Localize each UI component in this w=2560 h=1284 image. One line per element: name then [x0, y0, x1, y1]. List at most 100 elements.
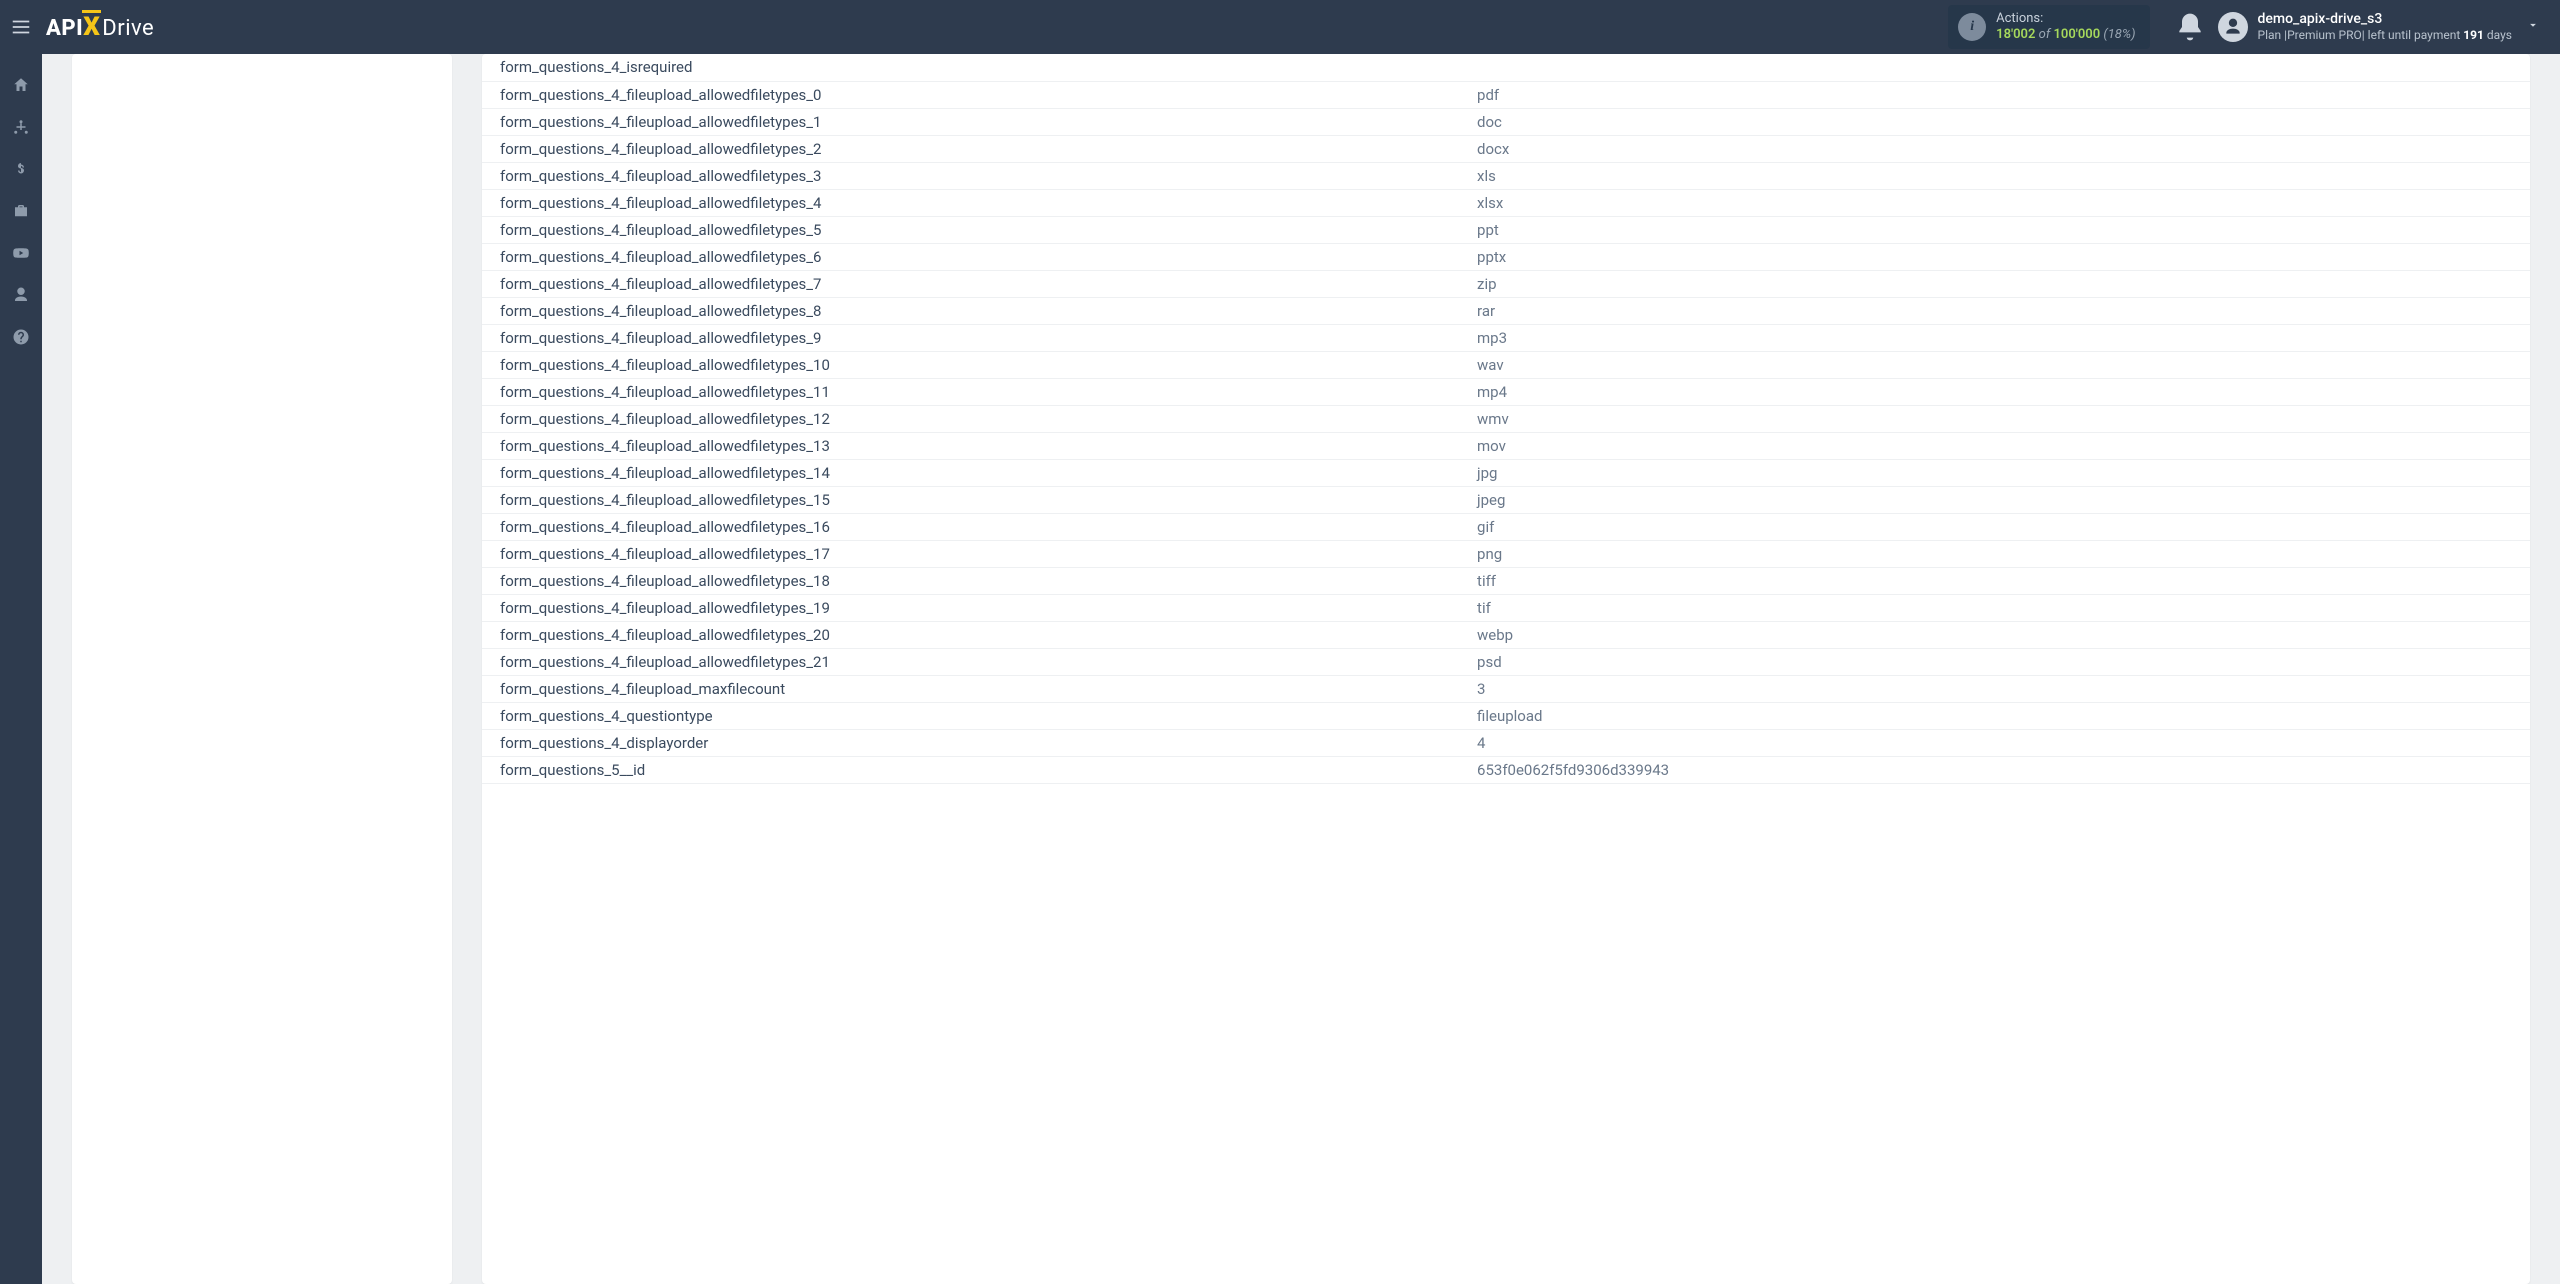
field-key: form_questions_4_fileupload_allowedfilet… [482, 459, 1465, 486]
field-key: form_questions_4_fileupload_allowedfilet… [482, 189, 1465, 216]
info-icon: i [1958, 13, 1986, 41]
field-key: form_questions_4_fileupload_allowedfilet… [482, 432, 1465, 459]
field-value: 3 [1465, 675, 2530, 702]
field-key: form_questions_4_questiontype [482, 702, 1465, 729]
field-key: form_questions_4_fileupload_allowedfilet… [482, 594, 1465, 621]
table-row: form_questions_4_fileupload_allowedfilet… [482, 459, 2530, 486]
table-row: form_questions_4_fileupload_allowedfilet… [482, 648, 2530, 675]
table-row: form_questions_4_fileupload_allowedfilet… [482, 486, 2530, 513]
field-value: jpg [1465, 459, 2530, 486]
field-key: form_questions_4_fileupload_allowedfilet… [482, 324, 1465, 351]
menu-toggle-button[interactable] [0, 0, 42, 54]
field-key: form_questions_5__id [482, 756, 1465, 783]
nav-youtube[interactable] [0, 232, 42, 274]
field-key: form_questions_4_fileupload_allowedfilet… [482, 378, 1465, 405]
brand-part-x: X [83, 12, 100, 42]
field-value: webp [1465, 621, 2530, 648]
table-row: form_questions_5__id653f0e062f5fd9306d33… [482, 756, 2530, 783]
actions-of: of [2039, 27, 2051, 42]
nav-connections[interactable] [0, 106, 42, 148]
table-row: form_questions_4_fileupload_allowedfilet… [482, 162, 2530, 189]
field-value: tiff [1465, 567, 2530, 594]
field-key: form_questions_4_fileupload_allowedfilet… [482, 648, 1465, 675]
table-row: form_questions_4_fileupload_allowedfilet… [482, 243, 2530, 270]
notifications-button[interactable] [2174, 11, 2206, 43]
nav-briefcase[interactable] [0, 190, 42, 232]
field-value: jpeg [1465, 486, 2530, 513]
table-row: form_questions_4_questiontypefileupload [482, 702, 2530, 729]
side-rail [0, 54, 42, 1284]
field-key: form_questions_4_fileupload_allowedfilet… [482, 270, 1465, 297]
actions-used: 18'002 [1996, 27, 2035, 42]
table-row: form_questions_4_fileupload_allowedfilet… [482, 351, 2530, 378]
field-value: psd [1465, 648, 2530, 675]
avatar-icon [2218, 12, 2248, 42]
field-value: xlsx [1465, 189, 2530, 216]
field-value: png [1465, 540, 2530, 567]
table-row: form_questions_4_fileupload_maxfilecount… [482, 675, 2530, 702]
nav-account[interactable] [0, 274, 42, 316]
main-scroll[interactable]: form_questions_4_isrequiredform_question… [42, 54, 2560, 1284]
field-value: wmv [1465, 405, 2530, 432]
actions-total: 100'000 [2053, 27, 2100, 42]
table-row: form_questions_4_fileupload_allowedfilet… [482, 81, 2530, 108]
table-row: form_questions_4_fileupload_allowedfilet… [482, 216, 2530, 243]
field-value: gif [1465, 513, 2530, 540]
field-key: form_questions_4_isrequired [482, 54, 1465, 81]
field-key: form_questions_4_fileupload_allowedfilet… [482, 297, 1465, 324]
field-key: form_questions_4_fileupload_allowedfilet… [482, 621, 1465, 648]
table-row: form_questions_4_fileupload_allowedfilet… [482, 108, 2530, 135]
field-value: doc [1465, 108, 2530, 135]
field-value: mp4 [1465, 378, 2530, 405]
nav-billing[interactable] [0, 148, 42, 190]
field-key: form_questions_4_fileupload_allowedfilet… [482, 108, 1465, 135]
table-row: form_questions_4_fileupload_allowedfilet… [482, 297, 2530, 324]
field-key: form_questions_4_fileupload_allowedfilet… [482, 351, 1465, 378]
field-value: tif [1465, 594, 2530, 621]
field-value: rar [1465, 297, 2530, 324]
table-row: form_questions_4_isrequired [482, 54, 2530, 81]
table-row: form_questions_4_fileupload_allowedfilet… [482, 135, 2530, 162]
brand-part-drive: Drive [102, 16, 154, 41]
field-value: 653f0e062f5fd9306d339943 [1465, 756, 2530, 783]
table-row: form_questions_4_fileupload_allowedfilet… [482, 594, 2530, 621]
data-panel: form_questions_4_isrequiredform_question… [482, 54, 2530, 1284]
field-value: mp3 [1465, 324, 2530, 351]
user-menu[interactable]: demo_apix-drive_s3 Plan |Premium PRO| le… [2218, 11, 2512, 42]
field-key: form_questions_4_fileupload_allowedfilet… [482, 486, 1465, 513]
brand-logo[interactable]: API X Drive [46, 12, 154, 42]
actions-label: Actions: [1996, 11, 2135, 27]
nav-home[interactable] [0, 64, 42, 106]
actions-usage-badge[interactable]: i Actions: 18'002 of 100'000 (18%) [1948, 5, 2149, 48]
kv-table: form_questions_4_isrequiredform_question… [482, 54, 2530, 784]
field-value: zip [1465, 270, 2530, 297]
field-key: form_questions_4_fileupload_allowedfilet… [482, 405, 1465, 432]
field-value: wav [1465, 351, 2530, 378]
field-key: form_questions_4_fileupload_allowedfilet… [482, 135, 1465, 162]
field-key: form_questions_4_fileupload_allowedfilet… [482, 243, 1465, 270]
field-value: fileupload [1465, 702, 2530, 729]
table-row: form_questions_4_fileupload_allowedfilet… [482, 621, 2530, 648]
field-value: 4 [1465, 729, 2530, 756]
table-row: form_questions_4_fileupload_allowedfilet… [482, 378, 2530, 405]
field-key: form_questions_4_fileupload_allowedfilet… [482, 81, 1465, 108]
field-value: pdf [1465, 81, 2530, 108]
left-panel [72, 54, 452, 1284]
table-row: form_questions_4_displayorder4 [482, 729, 2530, 756]
table-row: form_questions_4_fileupload_allowedfilet… [482, 324, 2530, 351]
field-value [1465, 54, 2530, 81]
field-key: form_questions_4_fileupload_allowedfilet… [482, 513, 1465, 540]
field-key: form_questions_4_fileupload_allowedfilet… [482, 216, 1465, 243]
field-value: ppt [1465, 216, 2530, 243]
user-name: demo_apix-drive_s3 [2258, 11, 2512, 28]
table-row: form_questions_4_fileupload_allowedfilet… [482, 405, 2530, 432]
field-key: form_questions_4_displayorder [482, 729, 1465, 756]
nav-help[interactable] [0, 316, 42, 358]
field-value: xls [1465, 162, 2530, 189]
field-key: form_questions_4_fileupload_allowedfilet… [482, 540, 1465, 567]
brand-part-api: API [46, 16, 83, 41]
table-row: form_questions_4_fileupload_allowedfilet… [482, 432, 2530, 459]
chevron-down-icon[interactable] [2526, 18, 2540, 36]
field-value: mov [1465, 432, 2530, 459]
field-key: form_questions_4_fileupload_maxfilecount [482, 675, 1465, 702]
